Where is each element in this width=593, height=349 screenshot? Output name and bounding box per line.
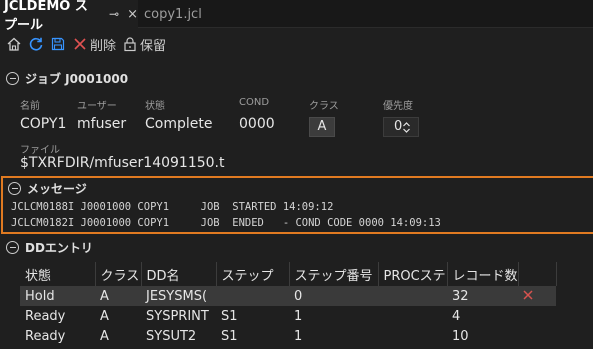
cell-status: Ready (25, 328, 66, 344)
column-header-record-count[interactable]: レコード数 (447, 262, 519, 286)
table-row[interactable]: Ready A SYSPRINT S1 1 4 (20, 306, 556, 326)
file-path-value[interactable]: $TXRFDIR/mfuser14091150.t (20, 155, 224, 171)
message-line: JCLCM0188I J0001000 COPY1 JOB STARTED 14… (11, 201, 334, 213)
job-name-value: COPY1 (20, 116, 67, 132)
cell-step-number: 1 (294, 328, 303, 344)
status-label: 状態 (145, 101, 165, 112)
messages-header-label: メッセージ (27, 182, 87, 196)
dd-table: 状態 クラス DD名 ステップ ステップ番号 PROCステ レコード数 Hold… (20, 262, 557, 346)
dd-header-label: DDエントリ (25, 241, 93, 255)
cell-class: A (100, 308, 109, 324)
cell-status: Hold (20, 286, 95, 306)
dd-header-row: 状態 クラス DD名 ステップ ステップ番号 PROCステ レコード数 (20, 262, 557, 286)
cell-proc-step (378, 326, 447, 346)
column-header-step-number[interactable]: ステップ番号 (289, 262, 379, 286)
dd-section-header[interactable]: DDエントリ (6, 239, 93, 256)
cell-class: A (100, 328, 109, 344)
cell-actions (518, 286, 557, 306)
tab-label: JCLDEMO スプール (4, 0, 88, 33)
name-label: 名前 (20, 101, 40, 112)
cell-ddname: SYSUT2 (146, 328, 197, 344)
home-icon[interactable] (6, 36, 22, 52)
cell-step (216, 286, 289, 306)
priority-stepper[interactable]: 0 (383, 117, 419, 137)
job-header-label: ジョブ J0001000 (25, 72, 129, 86)
cell-actions (518, 326, 556, 346)
file-label: ファイル (20, 145, 60, 156)
cell-step-number: 1 (294, 308, 303, 324)
table-row[interactable]: Hold A JESYSMS( 0 32 (20, 286, 557, 306)
close-icon[interactable]: × (127, 7, 138, 22)
delete-row-icon[interactable] (523, 289, 533, 300)
priority-value: 0 (394, 119, 403, 134)
cell-class: A (95, 286, 141, 306)
cell-proc-step (378, 306, 447, 326)
messages-panel: メッセージ JCLCM0188I J0001000 COPY1 JOB STAR… (1, 176, 593, 234)
message-line: JCLCM0182I J0001000 COPY1 JOB ENDED - CO… (11, 217, 441, 229)
cell-actions (518, 306, 556, 326)
job-status-value: Complete (145, 116, 213, 132)
cell-record-count: 32 (447, 286, 519, 306)
job-section-header[interactable]: ジョブ J0001000 (6, 70, 128, 87)
stepper-arrows-icon[interactable] (403, 122, 410, 133)
collapse-icon[interactable] (6, 72, 19, 85)
keep-label: 保留 (140, 38, 167, 54)
lock-icon (124, 37, 136, 52)
column-header-class[interactable]: クラス (95, 262, 142, 286)
delete-button[interactable]: 削除 (72, 35, 116, 54)
messages-section-header[interactable]: メッセージ (8, 180, 87, 197)
tab-label: copy1.jcl (144, 6, 202, 22)
column-header-status[interactable]: 状態 (20, 262, 96, 286)
job-cond-value: 0000 (239, 116, 275, 132)
delete-x-icon (74, 38, 86, 50)
column-header-ddname[interactable]: DD名 (141, 262, 217, 286)
save-icon[interactable] (50, 36, 66, 52)
class-label: クラス (309, 101, 339, 112)
pin-icon[interactable]: ⊸ (109, 7, 119, 21)
tab-jcldemo-spool[interactable]: JCLDEMO スプール ⊸ × (0, 0, 138, 33)
cell-step-number: 0 (289, 286, 378, 306)
cell-step: S1 (221, 328, 238, 344)
table-row[interactable]: Ready A SYSUT2 S1 1 10 (20, 326, 556, 346)
tab-bar: JCLDEMO スプール ⊸ × copy1.jcl (0, 0, 593, 33)
column-header-actions (518, 262, 557, 286)
keep-button[interactable]: 保留 (122, 35, 166, 54)
cell-status: Ready (25, 308, 66, 324)
refresh-icon[interactable] (28, 36, 44, 52)
priority-label: 優先度 (383, 101, 413, 112)
user-label: ユーザー (77, 101, 117, 112)
class-field[interactable]: A (309, 117, 335, 137)
tab-copy1-jcl[interactable]: copy1.jcl (138, 0, 238, 28)
cell-step: S1 (221, 308, 238, 324)
column-header-proc-step[interactable]: PROCステ (378, 262, 448, 286)
column-header-step[interactable]: ステップ (216, 262, 290, 286)
cell-record-count: 4 (452, 308, 461, 324)
collapse-icon[interactable] (6, 241, 19, 254)
cell-proc-step (378, 286, 447, 306)
job-user-value: mfuser (77, 116, 127, 132)
delete-label: 削除 (90, 38, 117, 54)
cell-record-count: 10 (452, 328, 469, 344)
cond-label: COND (239, 97, 270, 108)
toolbar: 削除 保留 (6, 33, 166, 55)
cell-ddname: JESYSMS( (141, 286, 216, 306)
cell-ddname: SYSPRINT (146, 308, 209, 324)
collapse-icon[interactable] (8, 182, 21, 195)
